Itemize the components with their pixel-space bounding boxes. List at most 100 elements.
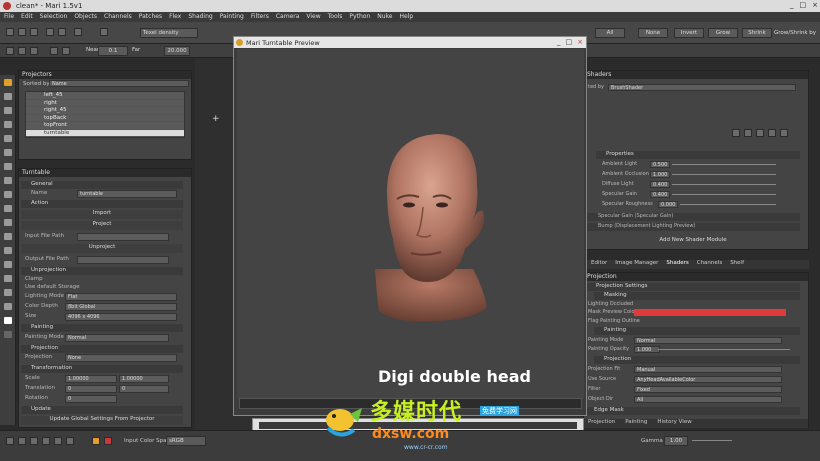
close-button[interactable]: ×: [812, 1, 818, 9]
settings-tool-icon[interactable]: [4, 303, 12, 310]
diffuse-light-field[interactable]: 0.400: [650, 181, 670, 188]
blur-tool-icon[interactable]: [4, 177, 12, 184]
input-file-field[interactable]: [77, 233, 169, 241]
projector-item[interactable]: right: [26, 99, 184, 107]
paint-mode-icon[interactable]: [92, 437, 100, 445]
grow-button[interactable]: Grow: [708, 28, 738, 38]
update-global-settings-button[interactable]: Update Global Settings From Projector: [21, 416, 183, 425]
lock-icon[interactable]: [50, 47, 58, 55]
smudge-tool-icon[interactable]: [4, 163, 12, 170]
rotate-view-icon[interactable]: [6, 437, 14, 445]
specular-gain-slider[interactable]: [672, 194, 776, 195]
brush-icon[interactable]: [6, 47, 14, 55]
sorted-by-dropdown[interactable]: Name: [49, 80, 189, 87]
painting-mode-dropdown[interactable]: Normal: [65, 334, 169, 342]
add-shader-module-button[interactable]: Add New Shader Module: [586, 237, 800, 245]
move-tool-icon[interactable]: [4, 93, 12, 100]
frame-view-icon[interactable]: [54, 437, 62, 445]
transformation-section[interactable]: Transformation: [21, 365, 183, 373]
input-color-space-dropdown[interactable]: sRGB: [166, 436, 206, 446]
tab-channels[interactable]: Channels: [697, 260, 722, 269]
eraser-icon[interactable]: [18, 47, 26, 55]
tab-editor[interactable]: Editor: [591, 260, 607, 269]
painting-sub-section[interactable]: Painting: [594, 327, 800, 335]
menu-help[interactable]: Help: [399, 13, 413, 22]
gamma-field[interactable]: 1.00: [664, 436, 688, 446]
masking-section[interactable]: Masking: [594, 292, 800, 300]
diffuse-light-slider[interactable]: [672, 184, 776, 185]
fit-view-icon[interactable]: [42, 437, 50, 445]
menu-tools[interactable]: Tools: [328, 13, 343, 22]
ambient-light-slider[interactable]: [672, 164, 776, 165]
rotation-field[interactable]: 0: [65, 395, 117, 403]
proj-painting-mode-dropdown[interactable]: Normal: [634, 337, 782, 344]
dialog-title-bar[interactable]: Mari Turntable Preview _ □ ×: [234, 37, 586, 48]
invert-selection-button[interactable]: Invert: [674, 28, 704, 38]
save-icon[interactable]: [30, 28, 38, 36]
color-depth-dropdown[interactable]: 8bit Global: [65, 303, 177, 311]
tab-painting[interactable]: Painting: [625, 419, 647, 428]
scale-y-field[interactable]: 1.00000: [119, 375, 169, 383]
gamma-slider[interactable]: [692, 440, 732, 441]
menu-patches[interactable]: Patches: [139, 13, 162, 22]
menu-filters[interactable]: Filters: [251, 13, 269, 22]
mask-preview-color-swatch[interactable]: [634, 309, 786, 316]
translation-x-field[interactable]: 0: [65, 385, 117, 393]
new-icon[interactable]: [6, 28, 14, 36]
specular-gain-field[interactable]: 0.400: [650, 191, 670, 198]
shader-refresh-icon[interactable]: [756, 129, 764, 137]
projection-settings-section[interactable]: Projection Settings: [586, 283, 800, 291]
marquee-tool-icon[interactable]: [4, 247, 12, 254]
bump-module-row[interactable]: Bump (Displacement Lighting Preview): [586, 223, 800, 231]
picker-tool-icon[interactable]: [4, 219, 12, 226]
select-tool-icon[interactable]: [4, 79, 12, 86]
maximize-button[interactable]: □: [800, 1, 807, 9]
shader-delete-icon[interactable]: [780, 129, 788, 137]
background-color-swatch[interactable]: [4, 331, 12, 338]
name-field[interactable]: turntable: [77, 190, 177, 198]
rotate-tool-icon[interactable]: [4, 107, 12, 114]
near-field[interactable]: 0.1: [98, 46, 128, 56]
use-source-dropdown[interactable]: AnyHeadAvailableColor: [634, 376, 782, 383]
ambient-light-field[interactable]: 0.500: [650, 161, 670, 168]
dialog-maximize-button[interactable]: □: [566, 38, 573, 46]
select-all-button[interactable]: All: [595, 28, 625, 38]
action-section[interactable]: Action: [21, 200, 183, 208]
grid-view-icon[interactable]: [66, 437, 74, 445]
clone-tool-icon[interactable]: [4, 149, 12, 156]
camera-icon[interactable]: [74, 28, 82, 36]
lasso-tool-icon[interactable]: [4, 261, 12, 268]
shader-export-icon[interactable]: [768, 129, 776, 137]
specular-roughness-slider[interactable]: [680, 204, 776, 205]
hide-tool-icon[interactable]: [4, 289, 12, 296]
painting-opacity-field[interactable]: 1.000: [634, 346, 660, 353]
translation-y-field[interactable]: 0: [119, 385, 169, 393]
edge-mask-section[interactable]: Edge Mask: [584, 407, 800, 415]
projector-item-selected[interactable]: turntable: [26, 129, 184, 137]
projection-fit-dropdown[interactable]: Manual: [634, 366, 782, 373]
object-dir-dropdown[interactable]: All: [634, 396, 782, 403]
tab-shelf[interactable]: Shelf: [730, 260, 744, 269]
painting-section[interactable]: Painting: [21, 324, 183, 332]
grid-icon[interactable]: [62, 47, 70, 55]
undo-icon[interactable]: [46, 28, 54, 36]
far-field[interactable]: 20.000: [164, 46, 190, 56]
menu-file[interactable]: File: [4, 13, 14, 22]
projector-item[interactable]: left_45: [26, 92, 184, 100]
foreground-color-swatch[interactable]: [4, 317, 12, 324]
menu-objects[interactable]: Objects: [74, 13, 97, 22]
select-none-button[interactable]: None: [638, 28, 668, 38]
menu-painting[interactable]: Painting: [220, 13, 244, 22]
specular-gain-module-row[interactable]: Specular Gain (Specular Gain): [586, 213, 800, 221]
paint-tool-icon[interactable]: [4, 135, 12, 142]
record-icon[interactable]: [104, 437, 112, 445]
size-dropdown[interactable]: 4096 x 4096: [65, 313, 177, 321]
shader-duplicate-icon[interactable]: [744, 129, 752, 137]
projector-item[interactable]: topBack: [26, 114, 184, 122]
project-button[interactable]: Project: [21, 221, 183, 230]
shrink-button[interactable]: Shrink: [742, 28, 772, 38]
specular-roughness-field[interactable]: 0.000: [658, 201, 678, 208]
zoom-tool-icon[interactable]: [4, 121, 12, 128]
fill-tool-icon[interactable]: [4, 205, 12, 212]
projection-section[interactable]: Projection: [21, 345, 183, 353]
